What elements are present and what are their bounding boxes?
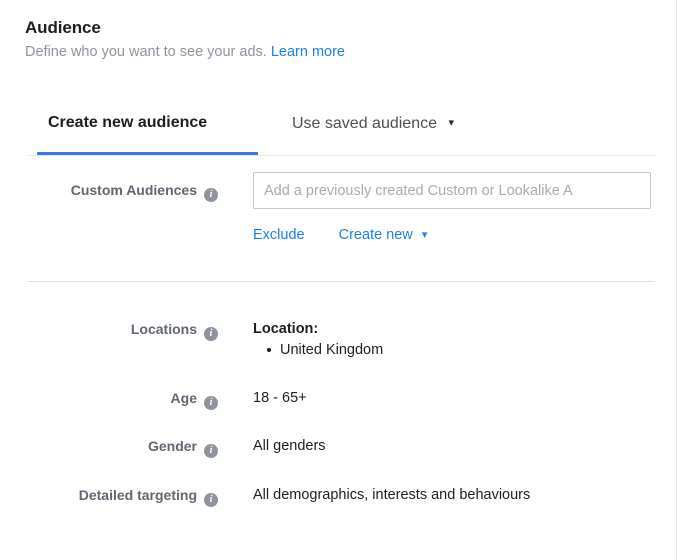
list-item: United Kingdom: [266, 339, 383, 361]
age-label: Age i: [10, 389, 218, 410]
locations-value-title: Location:: [253, 321, 319, 337]
page-subtitle: Define who you want to see your ads. Lea…: [25, 42, 645, 62]
tab-use-saved-audience-label: Use saved audience: [292, 115, 437, 132]
section-divider: [27, 281, 655, 282]
custom-audiences-label: Custom Audiences i: [10, 181, 218, 202]
age-label-text: Age: [170, 390, 197, 406]
audience-panel: Audience Define who you want to see your…: [0, 0, 676, 560]
create-new-audience-label: Create new: [338, 227, 413, 243]
locations-label-text: Locations: [130, 321, 197, 337]
panel-right-border: [676, 0, 677, 560]
info-icon[interactable]: i: [204, 444, 218, 458]
custom-audiences-label-text: Custom Audiences: [70, 182, 197, 198]
chevron-down-icon: ▾: [421, 229, 428, 241]
tab-use-saved-audience[interactable]: Use saved audience ▾: [292, 112, 454, 135]
audience-tabs: Create new audience Use saved audience ▾: [37, 112, 655, 156]
page-subtitle-text: Define who you want to see your ads.: [25, 44, 267, 60]
info-icon[interactable]: i: [204, 327, 218, 341]
chevron-down-icon: ▾: [448, 117, 454, 129]
tabs-divider: [27, 155, 655, 156]
locations-list: United Kingdom: [253, 339, 383, 361]
tab-create-new-audience-label: Create new audience: [48, 114, 208, 131]
info-icon[interactable]: i: [204, 493, 218, 507]
learn-more-link[interactable]: Learn more: [271, 44, 345, 60]
custom-audiences-actions: Exclude Create new ▾: [253, 225, 427, 245]
detailed-targeting-value: All demographics, interests and behaviou…: [253, 487, 531, 503]
create-new-audience-link[interactable]: Create new ▾: [339, 225, 428, 245]
gender-label-text: Gender: [147, 438, 197, 454]
audience-header: Audience Define who you want to see your…: [25, 17, 645, 62]
gender-value: All genders: [253, 438, 326, 454]
exclude-link[interactable]: Exclude: [253, 225, 305, 245]
info-icon[interactable]: i: [204, 396, 218, 410]
info-icon[interactable]: i: [204, 188, 218, 202]
age-value: 18 - 65+: [253, 390, 307, 406]
locations-value: Location: United Kingdom: [253, 319, 383, 361]
detailed-targeting-label-text: Detailed targeting: [78, 487, 197, 503]
detailed-targeting-label: Detailed targeting i: [10, 486, 218, 507]
locations-label: Locations i: [10, 320, 218, 341]
tab-create-new-audience[interactable]: Create new audience: [48, 112, 207, 134]
page-title: Audience: [25, 18, 101, 37]
gender-label: Gender i: [10, 437, 218, 458]
custom-audiences-input[interactable]: [253, 172, 651, 209]
